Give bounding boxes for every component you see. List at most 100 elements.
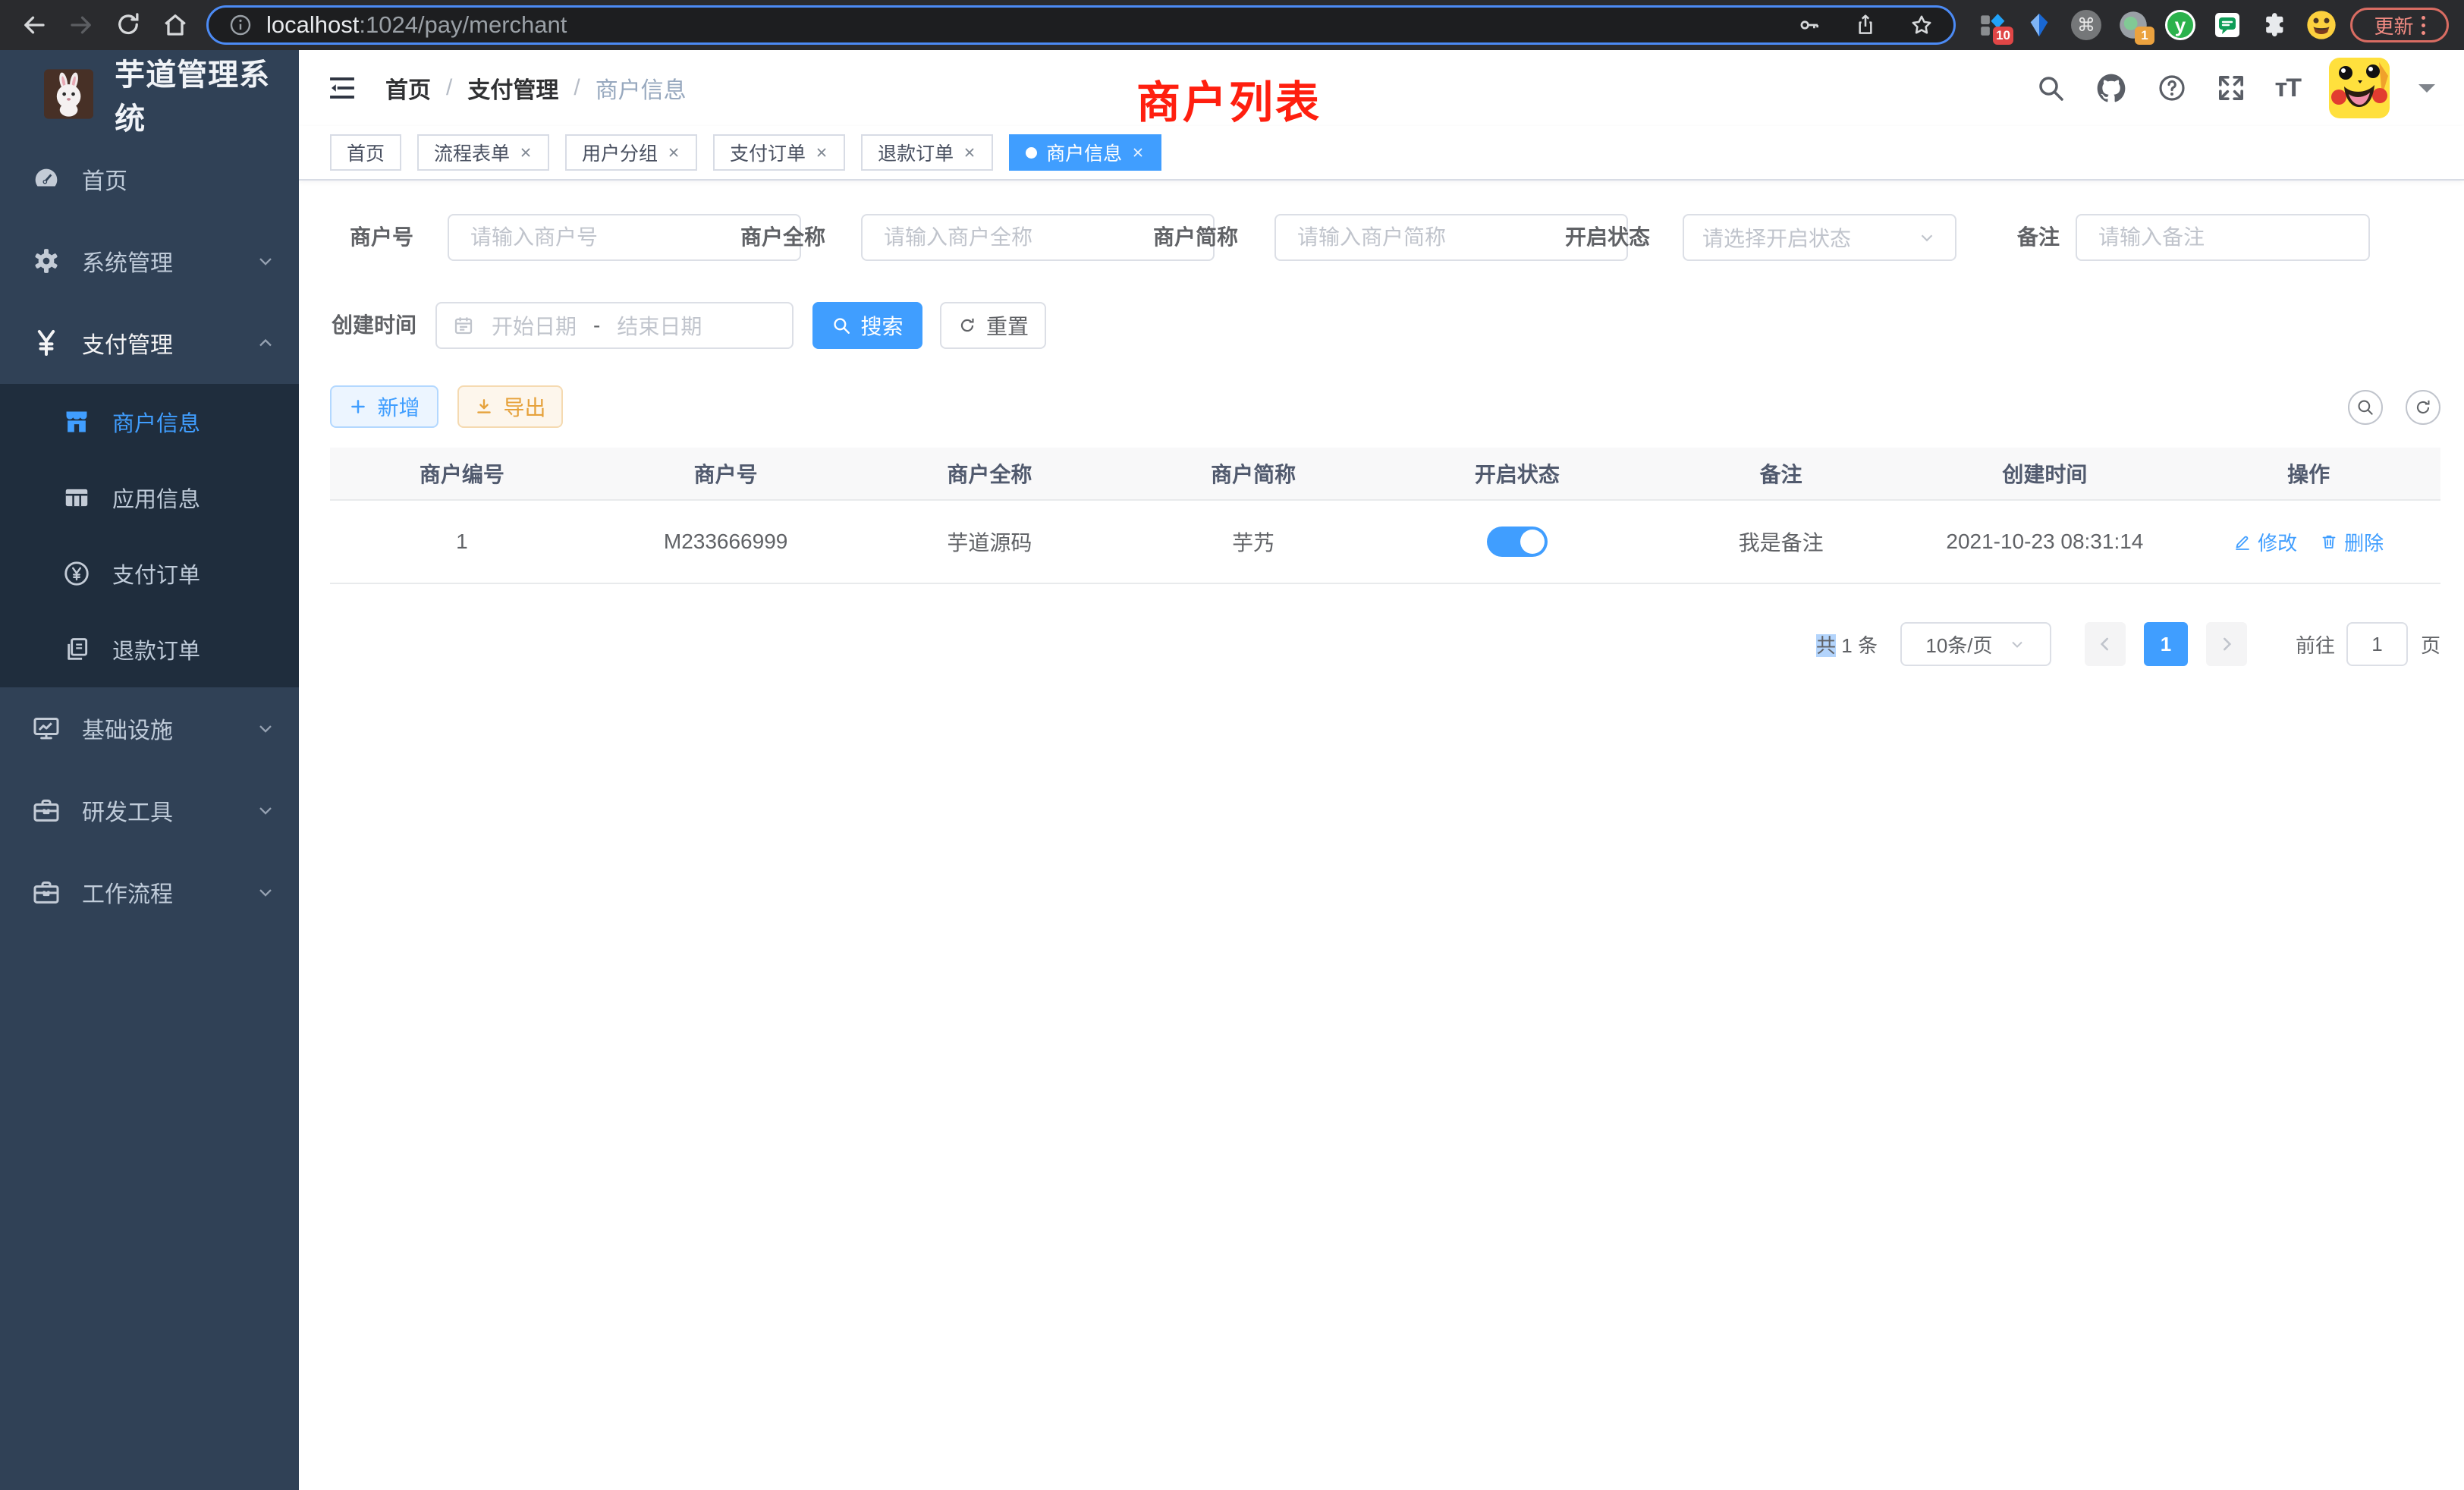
bookmark-star-icon[interactable] bbox=[1909, 13, 1934, 37]
app-logo-row[interactable]: 芋道管理系统 bbox=[0, 50, 299, 138]
sidebar-item-refund-orders[interactable]: 退款订单 bbox=[0, 611, 299, 687]
remark-input[interactable] bbox=[2076, 214, 2370, 261]
page-size-select[interactable]: 10条/页 bbox=[1900, 622, 2051, 666]
browser-reload-button[interactable] bbox=[111, 8, 146, 42]
extension-grid-icon[interactable]: 10 bbox=[1975, 8, 2009, 42]
browser-forward-button[interactable] bbox=[64, 8, 99, 42]
share-icon[interactable] bbox=[1853, 13, 1878, 37]
delete-link[interactable]: 删除 bbox=[2320, 528, 2384, 556]
chevron-down-icon bbox=[255, 882, 276, 903]
cell-merchant-no: M233666999 bbox=[594, 530, 858, 554]
prev-page-button[interactable] bbox=[2085, 622, 2126, 666]
close-icon[interactable] bbox=[815, 146, 828, 159]
tab-label: 流程表单 bbox=[434, 139, 510, 166]
filter-label-full-name: 商户全称 bbox=[724, 214, 825, 261]
extension-badge: 1 bbox=[2135, 27, 2154, 45]
active-tab-dot bbox=[1026, 147, 1037, 159]
help-icon[interactable] bbox=[2157, 73, 2187, 103]
tab-process-form[interactable]: 流程表单 bbox=[417, 134, 549, 171]
avatar-caret-icon[interactable] bbox=[2418, 84, 2435, 101]
tab-label: 用户分组 bbox=[582, 139, 658, 166]
sidebar-item-app-info[interactable]: 应用信息 bbox=[0, 460, 299, 536]
extension-chat-icon[interactable] bbox=[2211, 8, 2244, 42]
sidebar-item-infrastructure[interactable]: 基础设施 bbox=[0, 687, 299, 769]
sidebar-item-payment-management[interactable]: 支付管理 bbox=[0, 302, 299, 384]
cell-full-name: 芋道源码 bbox=[858, 527, 1122, 557]
password-key-icon[interactable] bbox=[1797, 13, 1821, 37]
refresh-table-button[interactable] bbox=[2406, 390, 2440, 425]
close-icon[interactable] bbox=[963, 146, 976, 159]
sidebar-item-workflow[interactable]: 工作流程 bbox=[0, 851, 299, 933]
browser-home-button[interactable] bbox=[158, 8, 193, 42]
font-size-icon[interactable]: тT bbox=[2275, 74, 2300, 103]
reset-button[interactable]: 重置 bbox=[940, 302, 1046, 349]
yen-circle-icon bbox=[59, 559, 94, 588]
tab-user-group[interactable]: 用户分组 bbox=[565, 134, 697, 171]
status-select[interactable]: 请选择开启状态 bbox=[1683, 214, 1956, 261]
sidebar-item-system-management[interactable]: 系统管理 bbox=[0, 220, 299, 302]
chevron-right-icon bbox=[2217, 634, 2236, 654]
filter-label-remark: 备注 bbox=[1991, 214, 2060, 261]
date-range-picker[interactable]: 开始日期 - 结束日期 bbox=[435, 302, 794, 349]
sidebar-item-label: 商户信息 bbox=[112, 406, 200, 438]
address-bar[interactable]: localhost:1024/pay/merchant bbox=[206, 5, 1956, 45]
page-number-1[interactable]: 1 bbox=[2144, 622, 2188, 666]
edit-link[interactable]: 修改 bbox=[2233, 528, 2297, 556]
search-icon[interactable] bbox=[2035, 73, 2066, 103]
next-page-button[interactable] bbox=[2206, 622, 2247, 666]
browser-profile-avatar[interactable] bbox=[2305, 8, 2338, 42]
extension-command-icon[interactable]: ⌘ bbox=[2070, 8, 2103, 42]
cell-actions: 修改 删除 bbox=[2176, 528, 2440, 556]
sidebar-item-label: 系统管理 bbox=[82, 244, 173, 278]
page-unit-label: 页 bbox=[2421, 630, 2440, 659]
user-avatar[interactable] bbox=[2329, 58, 2390, 118]
chevron-up-icon bbox=[255, 332, 276, 354]
column-header: 商户编号 bbox=[330, 458, 594, 489]
tab-refund-orders[interactable]: 退款订单 bbox=[861, 134, 993, 171]
cell-created-at: 2021-10-23 08:31:14 bbox=[1913, 530, 2177, 554]
close-icon[interactable] bbox=[667, 146, 680, 159]
sidebar-item-payment-orders[interactable]: 支付订单 bbox=[0, 536, 299, 611]
url-path: :1024/pay/merchant bbox=[359, 11, 567, 39]
github-icon[interactable] bbox=[2095, 71, 2128, 105]
extension-kite-icon[interactable] bbox=[2022, 8, 2056, 42]
export-button[interactable]: 导出 bbox=[457, 385, 563, 428]
forward-icon bbox=[68, 11, 95, 39]
sidebar-item-dev-tools[interactable]: 研发工具 bbox=[0, 769, 299, 851]
cell-merchant-id: 1 bbox=[330, 530, 594, 554]
extensions-puzzle-icon[interactable] bbox=[2258, 8, 2291, 42]
date-range-separator: - bbox=[593, 313, 600, 338]
filter-label-status: 开启状态 bbox=[1548, 214, 1650, 261]
browser-update-button[interactable]: 更新 bbox=[2350, 8, 2449, 42]
close-icon[interactable] bbox=[519, 146, 533, 159]
sidebar-item-label: 工作流程 bbox=[82, 875, 173, 909]
chevron-down-icon bbox=[1917, 228, 1937, 247]
toggle-search-button[interactable] bbox=[2348, 390, 2383, 425]
add-button[interactable]: 新增 bbox=[330, 385, 438, 428]
breadcrumb-separator: / bbox=[446, 75, 452, 101]
status-select-placeholder: 请选择开启状态 bbox=[1702, 222, 1851, 253]
edit-pencil-icon bbox=[2233, 533, 2252, 551]
close-icon[interactable] bbox=[1131, 146, 1145, 159]
extension-badge: 10 bbox=[1993, 27, 2013, 45]
tab-home[interactable]: 首页 bbox=[330, 134, 401, 171]
fullscreen-icon[interactable] bbox=[2216, 73, 2246, 103]
gear-icon bbox=[29, 246, 64, 276]
sidebar-collapse-button[interactable] bbox=[326, 72, 358, 104]
extension-y-icon[interactable]: y bbox=[2164, 8, 2197, 42]
status-toggle[interactable] bbox=[1487, 527, 1548, 557]
sidebar-item-home[interactable]: 首页 bbox=[0, 138, 299, 220]
back-icon bbox=[20, 11, 48, 39]
browser-back-button[interactable] bbox=[17, 8, 52, 42]
browser-menu-icon[interactable] bbox=[2422, 16, 2425, 35]
goto-page-input[interactable] bbox=[2346, 622, 2408, 666]
breadcrumb-home[interactable]: 首页 bbox=[385, 71, 431, 105]
site-info-icon[interactable] bbox=[228, 13, 253, 37]
extension-recorder-icon[interactable]: 1 bbox=[2117, 8, 2150, 42]
tab-payment-orders[interactable]: 支付订单 bbox=[713, 134, 845, 171]
search-button[interactable]: 搜索 bbox=[812, 302, 922, 349]
breadcrumb-payment[interactable]: 支付管理 bbox=[467, 71, 558, 105]
plus-icon bbox=[348, 397, 368, 417]
tab-merchant-info[interactable]: 商户信息 bbox=[1009, 134, 1161, 171]
sidebar-item-merchant-info[interactable]: 商户信息 bbox=[0, 384, 299, 460]
